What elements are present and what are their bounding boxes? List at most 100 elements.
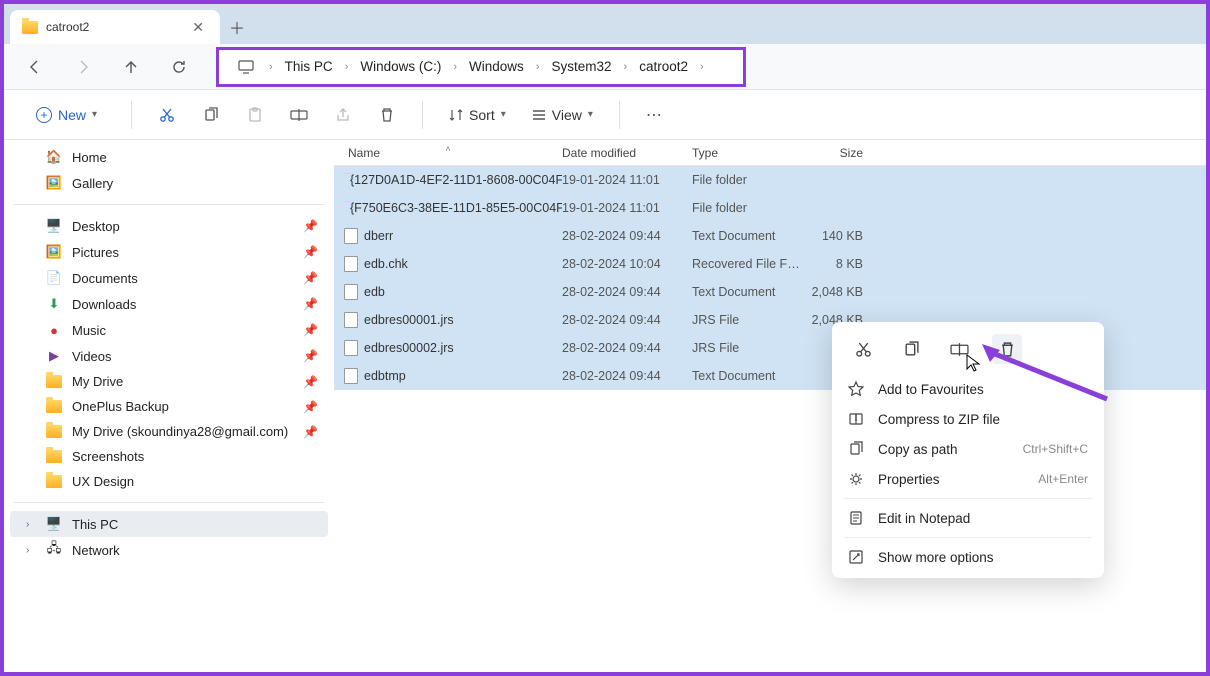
shortcut-text: Alt+Enter [1038, 472, 1088, 486]
table-row[interactable]: edb.chk28-02-2024 10:04Recovered File Fr… [334, 250, 1206, 278]
context-menu-item[interactable]: Properties Alt+Enter [838, 464, 1098, 494]
table-row[interactable]: edb28-02-2024 09:44Text Document2,048 KB [334, 278, 1206, 306]
context-menu-item[interactable]: Copy as pathCtrl+Shift+C [838, 434, 1098, 464]
sidebar-item-oneplus[interactable]: OnePlus Backup📌 [10, 394, 328, 419]
desktop-icon: 🖥️ [46, 218, 62, 234]
sidebar-item-mydrive2[interactable]: My Drive (skoundinya28@gmail.com)📌 [10, 419, 328, 444]
plus-icon: + [36, 107, 52, 123]
forward-button[interactable] [72, 56, 94, 78]
column-type[interactable]: Type [692, 146, 800, 160]
sidebar-item-uxdesign[interactable]: UX Design [10, 469, 328, 494]
cut-icon[interactable] [848, 334, 878, 364]
table-row[interactable]: {F750E6C3-38EE-11D1-85E5-00C04FC295...19… [334, 194, 1206, 222]
file-type: Text Document [692, 285, 800, 299]
chevron-right-icon[interactable]: › [536, 61, 540, 73]
file-date: 28-02-2024 09:44 [562, 229, 692, 243]
paste-icon[interactable] [246, 106, 264, 124]
back-button[interactable] [24, 56, 46, 78]
divider [14, 502, 324, 503]
view-button[interactable]: View ▾ [532, 107, 593, 123]
folder-icon [46, 450, 62, 463]
pin-icon: 📌 [303, 425, 318, 439]
new-button[interactable]: + New ▾ [28, 103, 105, 127]
sidebar-item-music[interactable]: ●Music📌 [10, 317, 328, 343]
copy-icon[interactable] [202, 106, 220, 124]
folder-icon [22, 21, 38, 34]
sidebar-item-videos[interactable]: ▶Videos📌 [10, 343, 328, 369]
videos-icon: ▶ [46, 348, 62, 364]
sidebar-item-pictures[interactable]: 🖼️Pictures📌 [10, 239, 328, 265]
sidebar-item-network[interactable]: › 🖧 Network [10, 537, 328, 563]
tab-catroot2[interactable]: catroot2 ✕ [10, 10, 220, 44]
sidebar-item-label: Music [72, 323, 106, 338]
table-row[interactable]: dberr28-02-2024 09:44Text Document140 KB [334, 222, 1206, 250]
copypath-icon [848, 441, 864, 457]
folder-icon [46, 400, 62, 413]
sidebar-item-downloads[interactable]: ⬇Downloads📌 [10, 291, 328, 317]
up-button[interactable] [120, 56, 142, 78]
folder-icon [46, 425, 62, 438]
column-size[interactable]: Size [800, 146, 873, 160]
chevron-right-icon[interactable]: › [624, 61, 628, 73]
crumb-windows[interactable]: Windows [469, 59, 524, 74]
sidebar-item-home[interactable]: 🏠 Home [10, 144, 328, 170]
chevron-right-icon[interactable]: › [269, 61, 273, 73]
file-date: 19-01-2024 11:01 [562, 201, 692, 215]
file-name: edb.chk [364, 257, 408, 271]
sidebar-item-label: Gallery [72, 176, 113, 191]
tab-title: catroot2 [46, 20, 89, 34]
new-tab-button[interactable]: ＋ [220, 10, 254, 44]
rename-icon[interactable] [290, 106, 308, 124]
sidebar-item-gallery[interactable]: 🖼️ Gallery [10, 170, 328, 196]
sidebar-item-mydrive[interactable]: My Drive📌 [10, 369, 328, 394]
pin-icon: 📌 [303, 219, 318, 233]
file-date: 28-02-2024 09:44 [562, 369, 692, 383]
table-row[interactable]: {127D0A1D-4EF2-11D1-8608-00C04FC295...19… [334, 166, 1206, 194]
more-icon [848, 549, 864, 565]
context-menu-item[interactable]: Edit in Notepad [838, 503, 1098, 533]
crumb-thispc[interactable]: This PC [285, 59, 333, 74]
refresh-button[interactable] [168, 56, 190, 78]
file-name: {127D0A1D-4EF2-11D1-8608-00C04FC295... [350, 173, 562, 187]
file-size: 140 KB [800, 229, 873, 243]
chevron-right-icon[interactable]: › [453, 61, 457, 73]
file-type: Text Document [692, 369, 800, 383]
more-icon[interactable]: ⋯ [646, 106, 664, 124]
breadcrumb[interactable]: › This PC › Windows (C:) › Windows › Sys… [216, 47, 746, 87]
column-date[interactable]: Date modified [562, 146, 692, 160]
pin-icon: 📌 [303, 375, 318, 389]
sort-label: Sort [469, 107, 495, 123]
close-icon[interactable]: ✕ [188, 17, 208, 38]
chevron-right-icon[interactable]: › [26, 545, 29, 556]
sidebar-item-label: Pictures [72, 245, 119, 260]
music-icon: ● [46, 322, 62, 338]
crumb-catroot2[interactable]: catroot2 [639, 59, 688, 74]
crumb-drive[interactable]: Windows (C:) [360, 59, 441, 74]
column-name[interactable]: ˄Name [334, 146, 562, 160]
chevron-right-icon[interactable]: › [700, 61, 704, 73]
file-icon [344, 228, 358, 244]
chevron-right-icon[interactable]: › [345, 61, 349, 73]
toolbar: + New ▾ Sort ▾ View ▾ ⋯ [4, 90, 1206, 140]
divider [619, 101, 620, 129]
sidebar-item-documents[interactable]: 📄Documents📌 [10, 265, 328, 291]
cut-icon[interactable] [158, 106, 176, 124]
sidebar-item-desktop[interactable]: 🖥️Desktop📌 [10, 213, 328, 239]
folder-icon [46, 375, 62, 388]
context-menu-item[interactable]: Compress to ZIP file [838, 404, 1098, 434]
sidebar-item-thispc[interactable]: › 🖥️ This PC [10, 511, 328, 537]
file-type: JRS File [692, 313, 800, 327]
pin-icon: 📌 [303, 349, 318, 363]
sidebar-item-screenshots[interactable]: Screenshots [10, 444, 328, 469]
sort-button[interactable]: Sort ▾ [449, 107, 506, 123]
new-label: New [58, 107, 86, 123]
share-icon[interactable] [334, 106, 352, 124]
thispc-root-icon[interactable] [235, 56, 257, 78]
context-menu-item[interactable]: Show more options [838, 542, 1098, 572]
delete-icon[interactable] [378, 106, 396, 124]
crumb-system32[interactable]: System32 [551, 59, 611, 74]
copy-icon[interactable] [896, 334, 926, 364]
context-menu-label: Properties [878, 472, 940, 487]
chevron-right-icon[interactable]: › [26, 519, 29, 530]
file-icon [344, 340, 358, 356]
